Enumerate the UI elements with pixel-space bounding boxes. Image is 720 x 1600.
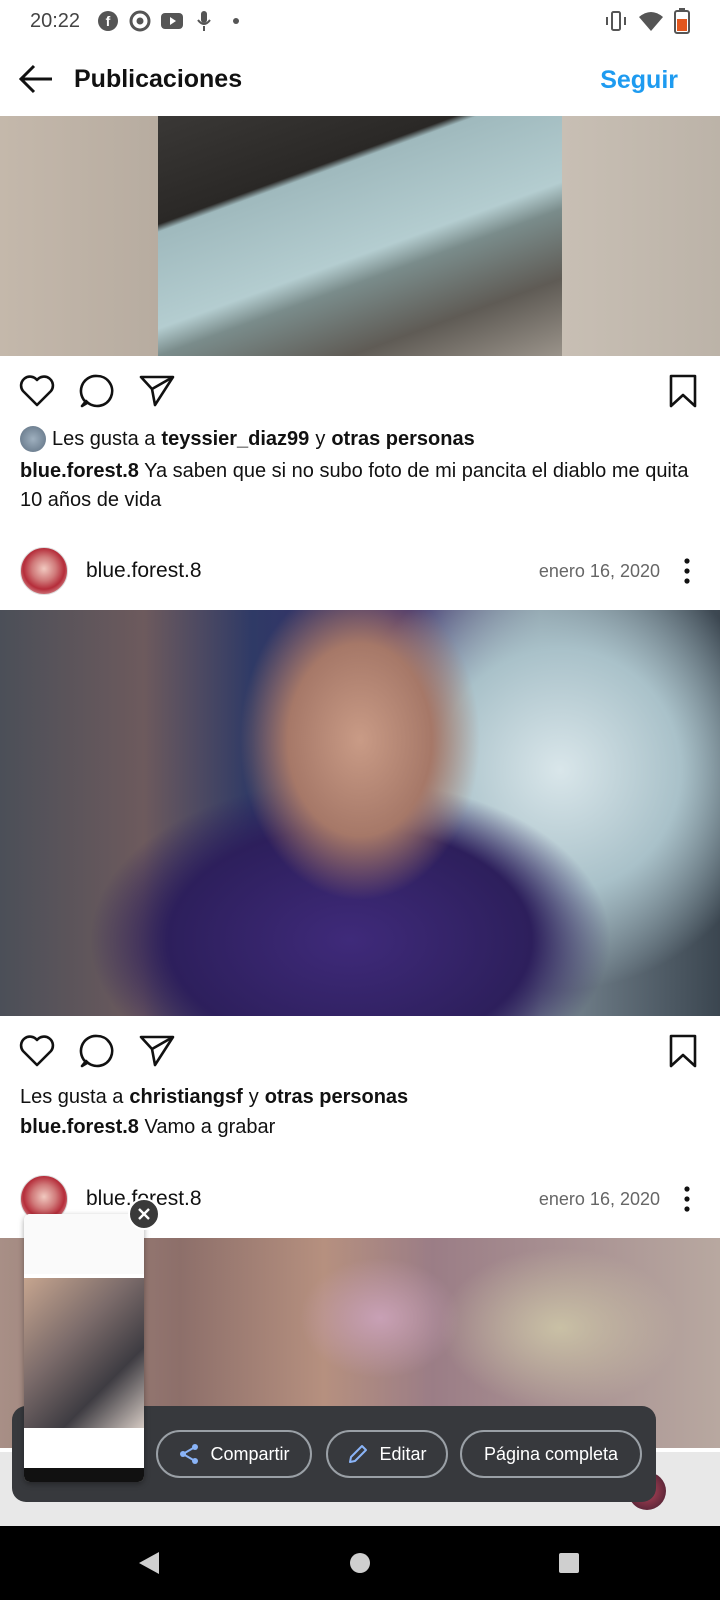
likes-summary: Les gusta a christiangsf y otras persona… [20,1086,414,1109]
caption-text: Vamo a grabar [144,1116,276,1138]
recents-square-icon[interactable] [554,1548,584,1578]
thumbnail-image [24,1278,144,1428]
facebook-icon: f [96,9,120,33]
thumbnail-header [24,1214,144,1274]
post-username[interactable]: blue.forest.8 [86,559,202,583]
avatar[interactable] [20,547,68,595]
liker-username[interactable]: christiangsf [129,1086,242,1109]
comment-icon[interactable] [78,372,116,410]
post-actions [0,1018,720,1084]
full-page-label: Página completa [483,1443,619,1464]
likes-prefix: Les gusta a [20,1086,124,1108]
mic-icon [192,9,216,33]
post-caption: blue.forest.8 Ya saben que si no subo fo… [20,457,700,515]
likes-joiner: y [248,1086,259,1108]
status-time: 20:22 [30,9,81,32]
liker-username[interactable]: teyssier_diaz99 [161,428,309,451]
vibrate-icon [604,10,628,38]
caption-author[interactable]: blue.forest.8 [20,1116,139,1138]
status-bar: 20:22 f [0,0,720,42]
post-image-content [158,116,562,356]
share-label: Compartir [210,1443,290,1464]
system-navigation-bar [0,1526,720,1600]
youtube-icon [160,9,184,33]
likes-others[interactable]: otras personas [331,428,474,451]
post-caption: blue.forest.8 Vamo a grabar [20,1113,700,1142]
bookmark-icon[interactable] [664,372,702,410]
like-heart-icon[interactable] [18,372,56,410]
send-icon[interactable] [138,1032,176,1070]
post-header: blue.forest.8 enero 16, 2020 [0,540,720,602]
share-icon [180,1444,199,1464]
more-options-icon[interactable] [680,556,694,586]
post-image[interactable] [0,610,720,1016]
likes-joiner: y [315,427,326,450]
share-button[interactable]: Compartir [156,1430,312,1478]
post-date: enero 16, 2020 [538,560,660,581]
more-options-icon[interactable] [680,1184,694,1214]
wifi-icon [638,10,664,38]
comment-icon[interactable] [78,1032,116,1070]
edit-button[interactable]: Editar [326,1430,448,1478]
follow-button[interactable]: Seguir [600,66,678,95]
full-page-button[interactable]: Página completa [460,1430,642,1478]
edit-label: Editar [379,1443,427,1464]
page-title: Publicaciones [74,64,243,93]
caption-author[interactable]: blue.forest.8 [20,460,139,482]
thumbnail-navbar [24,1468,144,1482]
post-actions [0,358,720,424]
likes-others[interactable]: otras personas [265,1086,408,1109]
bookmark-icon[interactable] [664,1032,702,1070]
likes-prefix: Les gusta a [52,427,156,450]
app-bar: Publicaciones Seguir [0,42,720,116]
screenshot-thumbnail[interactable] [24,1214,144,1482]
liker-avatar[interactable] [20,426,46,452]
post-date: enero 16, 2020 [538,1188,660,1209]
likes-summary: Les gusta a teyssier_diaz99 y otras pers… [20,426,481,452]
back-arrow-icon[interactable] [16,59,56,99]
like-heart-icon[interactable] [18,1032,56,1070]
close-icon[interactable] [128,1198,160,1230]
back-triangle-icon[interactable] [134,1548,164,1578]
battery-icon [674,8,690,40]
svg-text:f: f [106,13,111,29]
home-circle-icon[interactable] [345,1548,375,1578]
post-image[interactable] [0,116,720,356]
chrome-icon [128,9,152,33]
status-right [604,8,690,40]
screen: 20:22 f Publicaciones Seguir Les gusta a… [0,0,720,1600]
send-icon[interactable] [138,372,176,410]
pencil-icon [349,1445,368,1463]
dot-icon [224,9,248,33]
